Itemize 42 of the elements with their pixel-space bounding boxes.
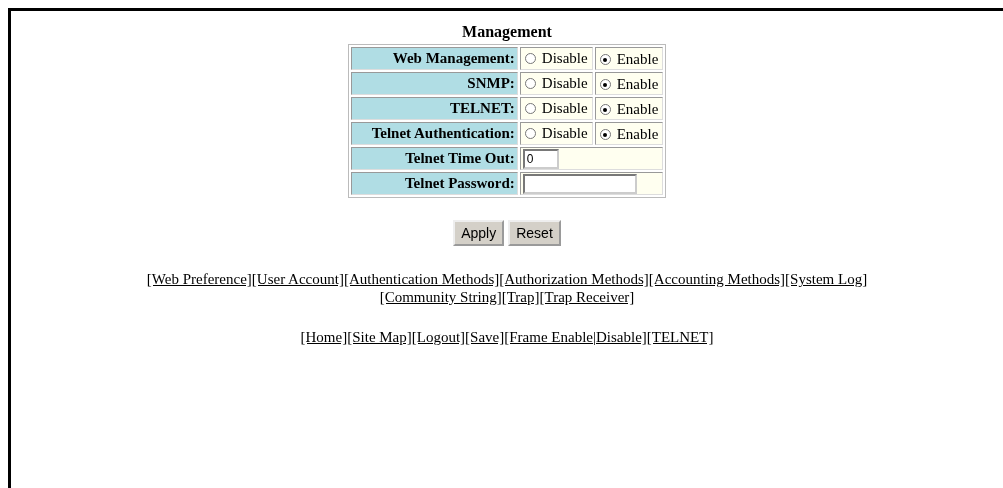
nav-link[interactable]: [System Log]	[785, 271, 868, 287]
nav-link[interactable]: [User Account]	[251, 271, 344, 287]
nav-link[interactable]: [Trap Receiver]	[539, 289, 635, 305]
nav-link[interactable]: [Authentication Methods]	[343, 271, 500, 287]
radio-option[interactable]: Disable	[522, 99, 590, 117]
radio-option[interactable]: Disable	[522, 74, 590, 92]
nav-link[interactable]: [Web Preference]	[146, 271, 252, 287]
radio-button[interactable]	[599, 129, 611, 141]
password-field[interactable]	[522, 173, 637, 194]
field-label: Telnet Time Out:	[350, 147, 518, 170]
nav-link[interactable]: [TELNET]	[646, 329, 714, 345]
radio-button[interactable]	[524, 127, 536, 139]
nav-link[interactable]: [Save]	[465, 329, 505, 345]
nav-link[interactable]: [Logout]	[411, 329, 466, 345]
form-button[interactable]: Reset	[508, 220, 561, 246]
nav-link[interactable]: [Accounting Methods]	[648, 271, 786, 287]
radio-option[interactable]: Enable	[597, 101, 661, 119]
field-label: Telnet Authentication:	[350, 122, 518, 145]
nav-link[interactable]: [Authorization Methods]	[499, 271, 649, 287]
field-label: Web Management:	[350, 47, 518, 70]
nav-link[interactable]: [Home]	[300, 329, 348, 345]
input-field[interactable]: 0	[522, 148, 559, 169]
field-label: Telnet Password:	[350, 172, 518, 195]
page-title: Management	[462, 23, 552, 41]
radio-button[interactable]	[599, 79, 611, 91]
radio-option[interactable]: Enable	[597, 76, 661, 94]
nav-link[interactable]: [Trap]	[501, 289, 540, 305]
radio-button[interactable]	[524, 102, 536, 114]
radio-option[interactable]: Disable	[522, 124, 590, 142]
radio-option[interactable]: Disable	[522, 49, 590, 67]
nav-link[interactable]: [Frame Enable|Disable]	[504, 329, 647, 345]
nav-link[interactable]: [Site Map]	[347, 329, 412, 345]
radio-button[interactable]	[599, 104, 611, 116]
radio-button[interactable]	[524, 52, 536, 64]
radio-option[interactable]: Enable	[597, 126, 661, 144]
field-label: TELNET:	[350, 97, 518, 120]
radio-button[interactable]	[524, 77, 536, 89]
nav-link[interactable]: [Community String]	[379, 289, 502, 305]
radio-option[interactable]: Enable	[597, 51, 661, 69]
radio-button[interactable]	[599, 54, 611, 66]
field-label: SNMP:	[350, 72, 518, 95]
form-button[interactable]: Apply	[453, 220, 505, 246]
